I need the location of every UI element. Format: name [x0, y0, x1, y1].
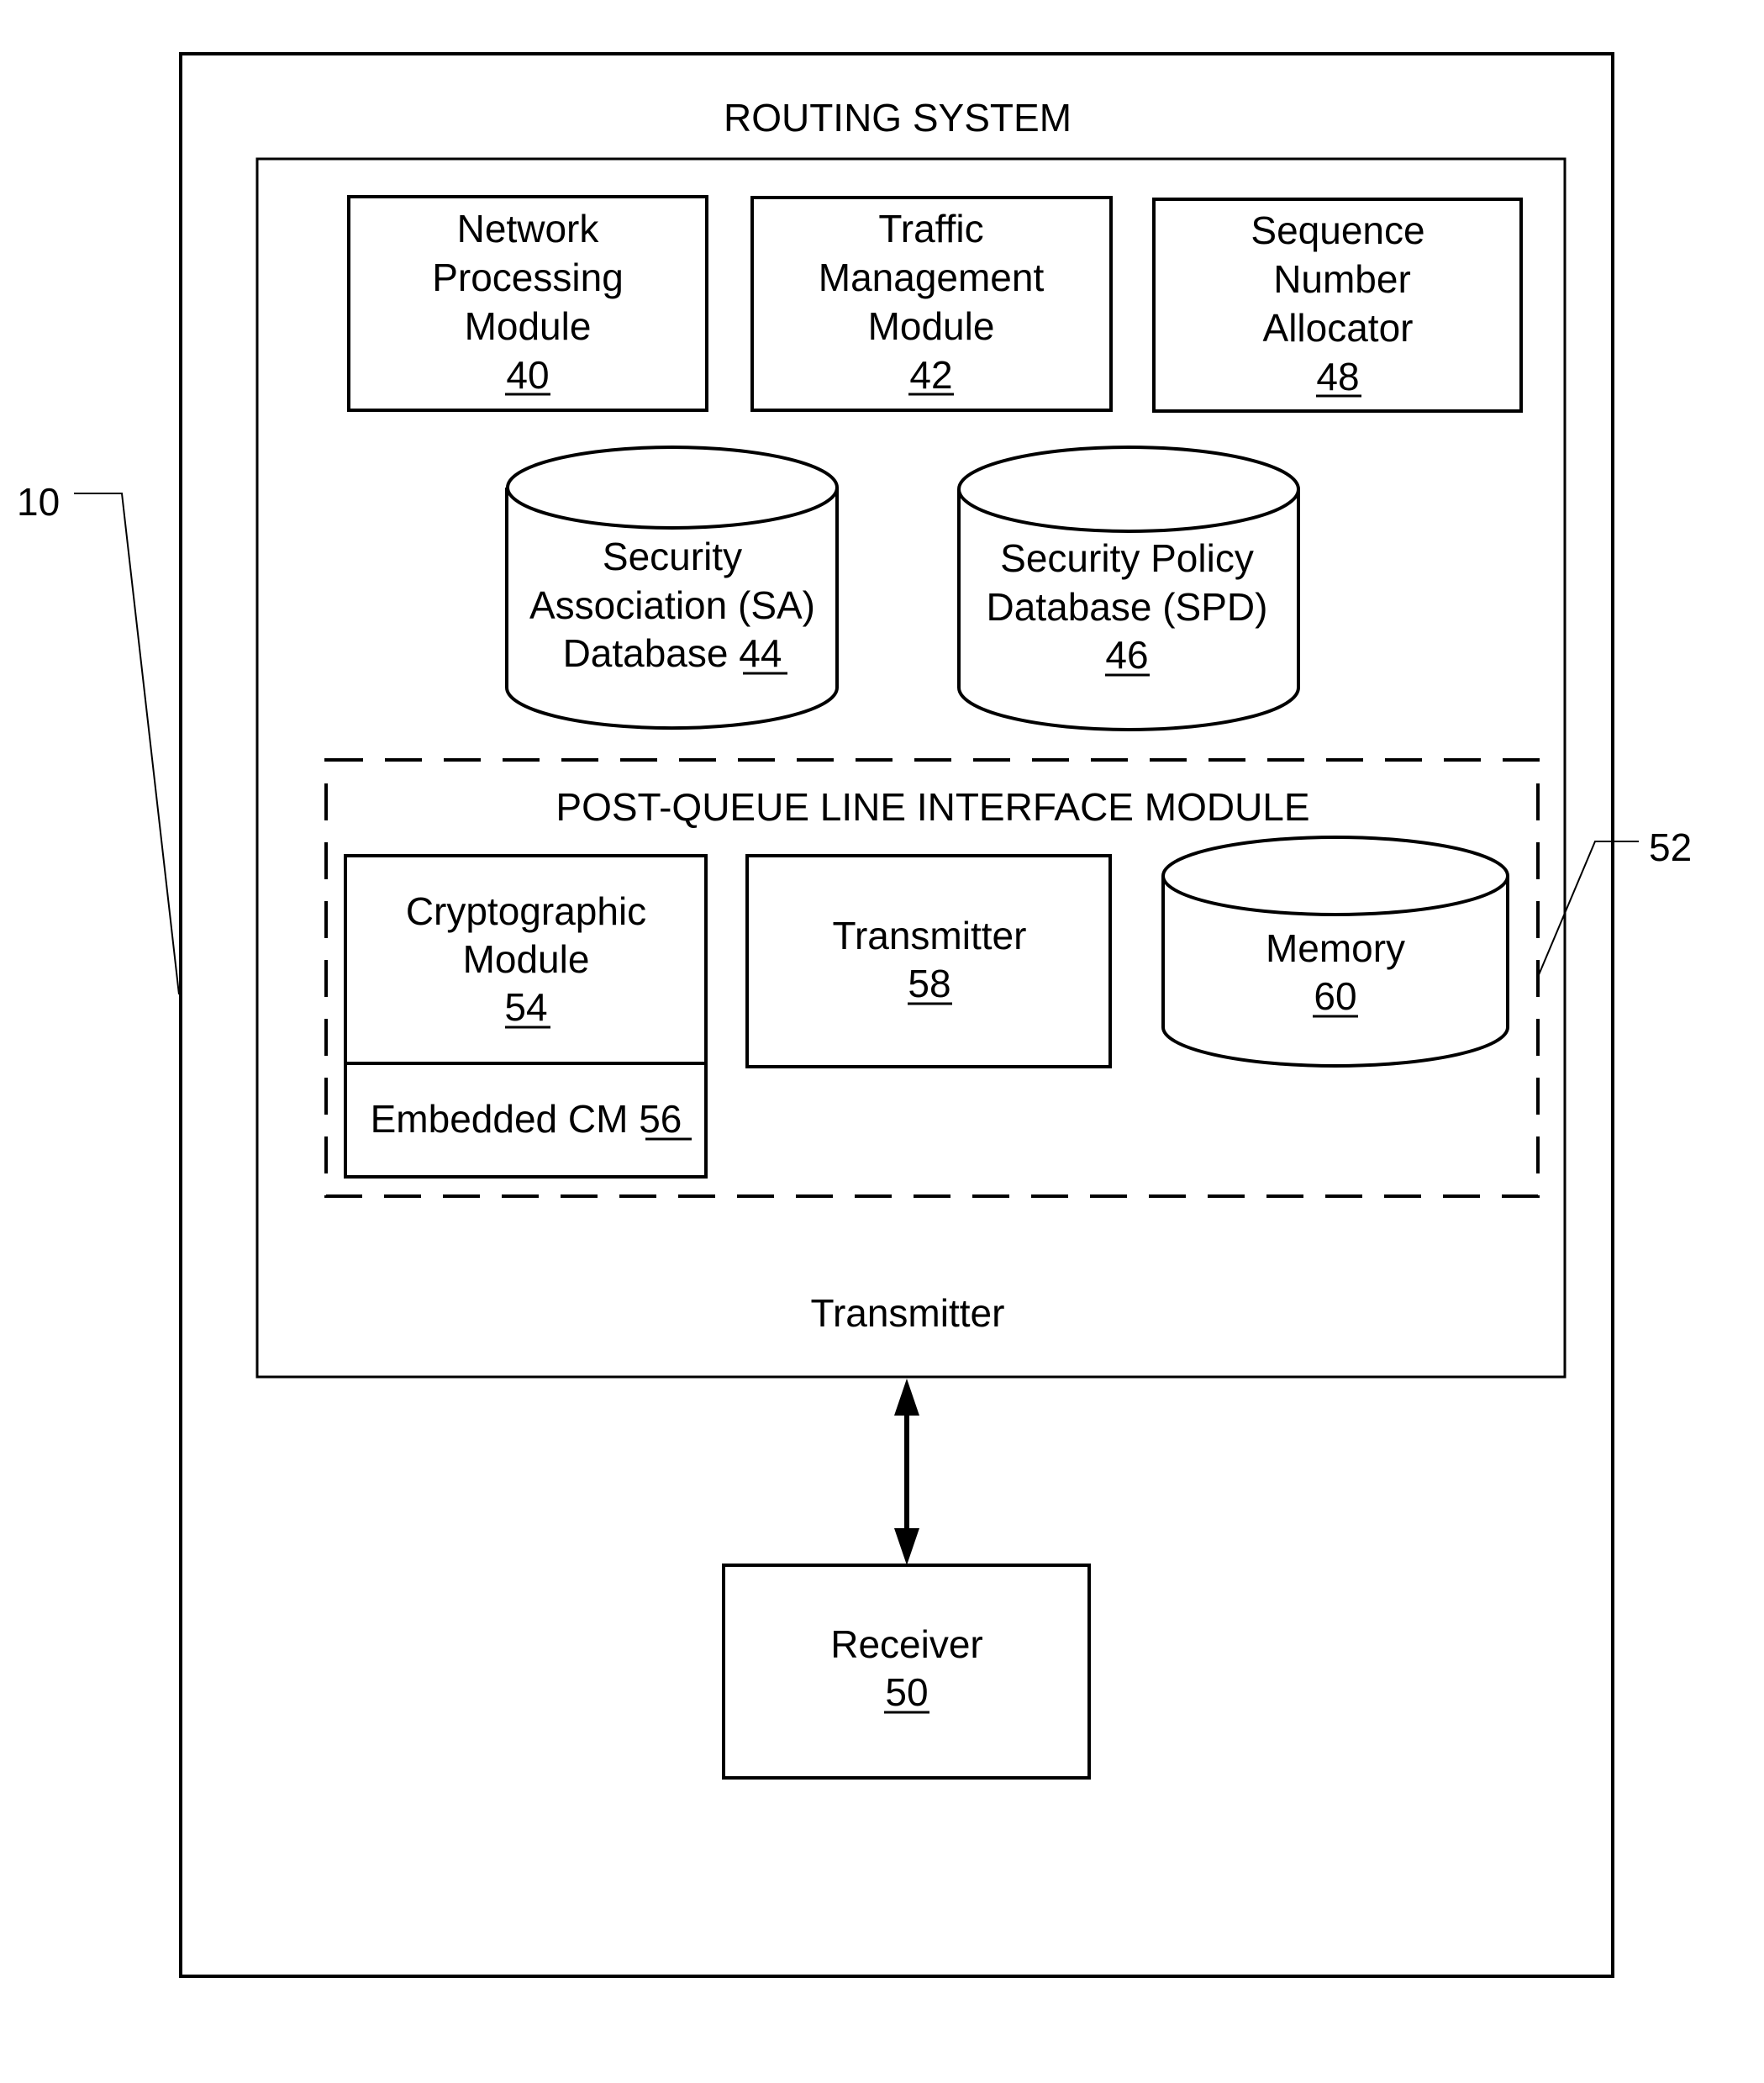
routing-system-title: ROUTING SYSTEM: [724, 96, 1072, 140]
svg-text:Traffic: Traffic: [878, 207, 983, 250]
transmitter-label: Transmitter: [811, 1291, 1005, 1335]
svg-text:Module: Module: [868, 304, 995, 348]
svg-text:Module: Module: [463, 937, 590, 981]
ref-leader-10: [74, 493, 180, 995]
svg-text:Receiver: Receiver: [830, 1622, 983, 1666]
svg-text:Number: Number: [1273, 257, 1411, 301]
embedded-cm: Embedded CM 56: [371, 1097, 692, 1141]
svg-text:Security: Security: [603, 535, 742, 578]
line-interface-title: POST-QUEUE LINE INTERFACE MODULE: [556, 785, 1309, 829]
ref-58: 58: [908, 962, 950, 1005]
svg-text:Database (SPD): Database (SPD): [987, 585, 1268, 629]
ref-54: 54: [504, 985, 547, 1029]
svg-text:Sequence: Sequence: [1251, 208, 1424, 252]
svg-text:Embedded CM 56: Embedded CM 56: [371, 1097, 682, 1141]
receiver-50: Receiver 50: [722, 1564, 1091, 1780]
svg-text:Transmitter: Transmitter: [833, 914, 1027, 957]
ref-60: 60: [1314, 974, 1356, 1018]
svg-text:Processing: Processing: [432, 256, 624, 299]
sa-database: Security Association (SA) Database 44: [505, 446, 839, 730]
svg-text:Cryptographic: Cryptographic: [406, 889, 646, 933]
ref-44: 44: [739, 631, 782, 675]
ref-50: 50: [885, 1670, 928, 1714]
network-processing-module: Network Processing Module 40: [347, 195, 708, 412]
spd-database: Security Policy Database (SPD) 46: [957, 446, 1300, 731]
ref-label-52: 52: [1649, 825, 1692, 869]
ref-46: 46: [1105, 633, 1148, 677]
svg-text:Module: Module: [465, 304, 592, 348]
svg-text:Network: Network: [457, 207, 600, 250]
ref-56: 56: [639, 1097, 682, 1141]
routing-system-diagram: ROUTING SYSTEM 10 Network Processing Mod…: [17, 52, 1692, 1978]
ref-leader-52: [1537, 841, 1639, 978]
svg-text:Database 44: Database 44: [563, 631, 782, 675]
memory-60: Memory 60: [1161, 836, 1509, 1068]
bidirectional-arrow: [894, 1379, 919, 1565]
ref-42: 42: [909, 353, 952, 397]
ref-label-10: 10: [17, 480, 60, 524]
ref-48: 48: [1316, 355, 1359, 398]
svg-text:Management: Management: [819, 256, 1045, 299]
svg-text:Memory: Memory: [1266, 926, 1405, 970]
svg-text:Security Policy: Security Policy: [1000, 536, 1254, 580]
ref-40: 40: [506, 353, 549, 397]
svg-text:Allocator: Allocator: [1263, 306, 1414, 350]
transmitter-58: Transmitter 58: [745, 854, 1112, 1068]
traffic-management-module: Traffic Management Module 42: [750, 196, 1113, 412]
svg-text:Association (SA): Association (SA): [529, 583, 815, 627]
sequence-number-allocator: Sequence Number Allocator 48: [1152, 198, 1523, 413]
